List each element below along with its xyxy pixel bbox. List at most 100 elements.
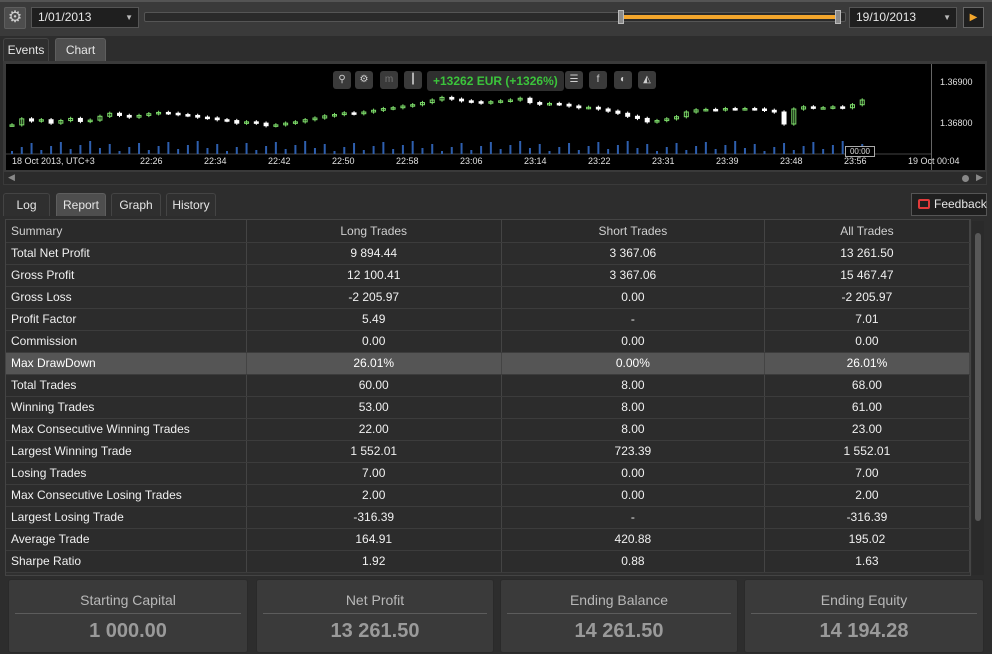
tab-history[interactable]: History (166, 193, 216, 216)
metric-name: Largest Winning Trade (6, 440, 247, 463)
candle-body (204, 116, 210, 120)
candle-body (644, 117, 650, 123)
gear-icon[interactable]: ⚙ (4, 7, 26, 29)
scroll-position-icon[interactable] (962, 175, 969, 182)
candle-body (634, 115, 640, 119)
feedback-button[interactable]: Feedback (911, 193, 987, 216)
report-scrollbar[interactable] (972, 221, 984, 575)
card-value: 1 000.00 (89, 620, 167, 642)
volume-bar (665, 147, 668, 154)
metric-value: - (501, 308, 765, 331)
metric-value: 0.00 (501, 484, 765, 507)
volume-bar (499, 149, 502, 154)
candle-body (771, 109, 777, 113)
volume-bar (558, 147, 561, 154)
share-icon[interactable]: ◐ (614, 71, 632, 89)
facebook-icon[interactable]: f (589, 71, 607, 89)
metric-value: -316.39 (246, 506, 502, 529)
volume-bar (304, 141, 307, 154)
scroll-right-icon[interactable]: ▶ (976, 172, 983, 183)
time-label: 23:56 (844, 156, 867, 166)
volume-bar (646, 144, 649, 154)
card-title: Starting Capital (80, 592, 176, 608)
table-row[interactable]: Max Consecutive Winning Trades 22.00 8.00 2… (6, 418, 971, 441)
speech-bubble-icon (918, 199, 930, 209)
tab-log[interactable]: Log (3, 193, 50, 216)
metric-value: 23.00 (764, 418, 971, 441)
candle-body (449, 96, 455, 100)
volume-bar (656, 151, 658, 154)
table-row[interactable]: Losing Trades 7.00 0.00 7.00 (6, 462, 971, 485)
metric-value: 0.00% (501, 352, 765, 375)
table-row[interactable]: Total Trades 60.00 8.00 68.00 (6, 374, 971, 397)
ending-equity-card: Ending Equity 14 194.28 (744, 579, 984, 653)
time-label: 22:58 (396, 156, 419, 166)
volume-bar (675, 143, 678, 154)
candle-body (840, 106, 846, 109)
metric-value: -2 205.97 (764, 286, 971, 309)
tab-report[interactable]: Report (56, 193, 106, 216)
table-row[interactable]: Largest Losing Trade -316.39- -316.39 (6, 506, 971, 529)
table-row[interactable]: Profit Factor 5.49-7.01 (6, 308, 971, 331)
table-row[interactable]: Gross Profit 12 100.41 3 367.06 15 467.47 (6, 264, 971, 287)
end-date-select[interactable]: 19/10/2013 ▼ (849, 7, 957, 28)
time-label: 23:22 (588, 156, 611, 166)
volume-bar (186, 145, 189, 154)
range-end-handle[interactable] (835, 10, 841, 24)
volume-bar (108, 144, 111, 154)
card-title: Net Profit (345, 592, 405, 608)
candle-body (48, 119, 54, 124)
volume-bar (274, 142, 277, 154)
table-row[interactable]: Commission 0.00 0.00 0.00 (6, 330, 971, 353)
time-label: 22:50 (332, 156, 355, 166)
metric-value: 3 367.06 (501, 242, 765, 265)
play-button[interactable]: ▶ (963, 7, 984, 28)
metric-name: Largest Losing Trade (6, 506, 247, 529)
volume-bar (30, 143, 33, 154)
list-icon[interactable]: ☰ (565, 71, 583, 89)
metric-value: 7.00 (246, 462, 502, 485)
table-row[interactable]: Winning Trades 53.00 8.00 61.00 (6, 396, 971, 419)
table-row[interactable]: Sharpe Ratio 1.92 0.88 1.63 (6, 550, 971, 573)
metric-value: 1.63 (764, 550, 971, 573)
table-row[interactable]: Total Net Profit 9 894.44 3 367.06 13 261.5… (6, 242, 971, 265)
candle-body (605, 108, 611, 112)
scroll-left-icon[interactable]: ◀ (8, 172, 15, 183)
m-icon[interactable]: m (380, 71, 398, 89)
metric-value: 0.00 (501, 286, 765, 309)
start-date-select[interactable]: 1/01/2013 ▼ (31, 7, 139, 28)
zoom-icon[interactable]: ⚲ (333, 71, 351, 89)
volume-bar (323, 144, 326, 154)
price-label: 1.36800 (940, 118, 973, 128)
net-profit-card: Net Profit 13 261.50 (256, 579, 494, 653)
date-range-slider[interactable] (144, 10, 846, 24)
tab-graph[interactable]: Graph (111, 193, 161, 216)
table-row[interactable]: Gross Loss -2 205.97 0.00 -2 205.97 (6, 286, 971, 309)
volume-bar (167, 142, 170, 154)
volume-bar (294, 145, 297, 154)
card-divider (263, 613, 487, 614)
table-row[interactable]: Max Consecutive Losing Trades 2.00 0.00 2.0… (6, 484, 971, 507)
volume-bar (89, 141, 92, 154)
scrollbar-thumb[interactable] (975, 233, 981, 521)
volume-bar (401, 145, 404, 154)
price-axis: 1.36900 1.36800 (931, 64, 985, 170)
table-row[interactable]: Largest Winning Trade 1 552.01 723.39 1 552… (6, 440, 971, 463)
tab-events[interactable]: Events (3, 38, 49, 61)
candle-body (117, 112, 122, 116)
candles-icon[interactable]: ┃ (404, 71, 422, 89)
chart-settings-icon[interactable]: ⚙ (355, 71, 373, 89)
volume-bar (235, 147, 238, 154)
table-row[interactable]: Average Trade 164.91 420.88 195.02 (6, 528, 971, 551)
chart-scrollbar[interactable]: ◀ ▶ (4, 172, 986, 184)
layers-icon[interactable]: ◭ (638, 71, 656, 89)
metric-value: 0.00 (764, 330, 971, 353)
volume-bar (460, 143, 463, 154)
range-start-handle[interactable] (618, 10, 624, 24)
candle-body (527, 97, 533, 104)
table-row[interactable]: Max DrawDown 26.01% 0.00% 26.01% (6, 352, 971, 375)
volume-bar (98, 148, 101, 154)
tab-chart[interactable]: Chart (55, 38, 106, 61)
volume-bar (509, 145, 512, 154)
metric-value: 15 467.47 (764, 264, 971, 287)
